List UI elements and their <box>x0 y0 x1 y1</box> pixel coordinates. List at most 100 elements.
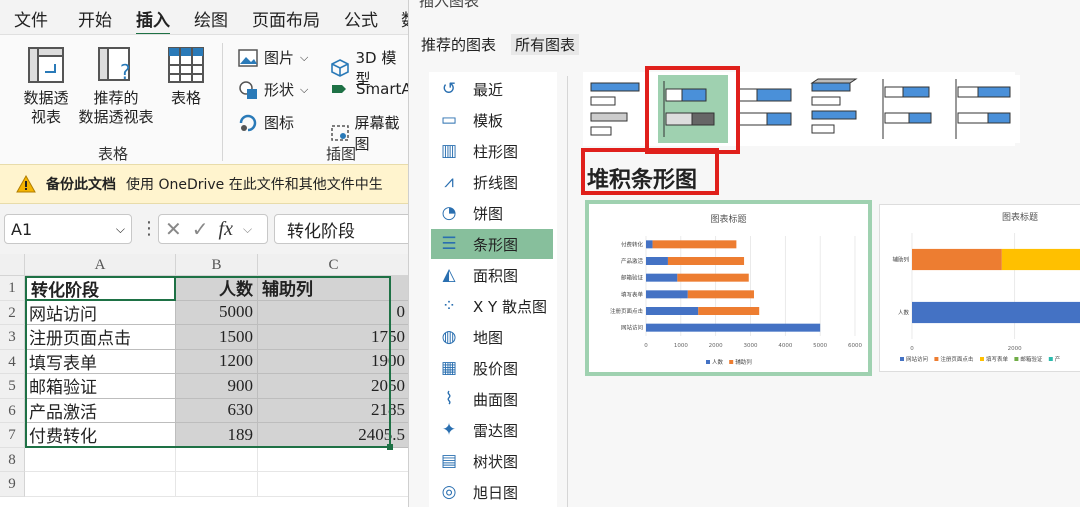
more-options-icon[interactable]: ⋮ <box>140 218 158 239</box>
row-header[interactable]: 1 <box>0 276 25 301</box>
cancel-icon[interactable]: ✕ <box>165 217 182 241</box>
pictures-button[interactable]: 图片 ⌵ <box>238 47 308 68</box>
fill-handle[interactable] <box>387 443 393 450</box>
chart-type-item[interactable]: ◔ 饼图 <box>431 198 553 228</box>
row-header[interactable]: 7 <box>0 423 25 448</box>
row-header[interactable]: 5 <box>0 374 25 399</box>
cell[interactable]: 1900 <box>258 349 410 374</box>
3d-stacked-bar-thumb[interactable] <box>877 75 947 143</box>
cell[interactable] <box>176 447 258 472</box>
recommended-pivot-button[interactable]: 推荐的 数据透视表 <box>74 89 158 127</box>
select-all-corner[interactable] <box>0 254 25 276</box>
cell[interactable]: 2185 <box>258 398 410 423</box>
insert-function-button[interactable]: fx <box>219 218 233 241</box>
chart-type-item[interactable]: ▥ 柱形图 <box>431 136 553 166</box>
chart-preview-stacked[interactable]: 图表标题 0 1000 2000 3000 4000 5000 6000 付费转化 产品激活 邮箱验… <box>585 200 872 376</box>
screenshot-icon <box>331 125 349 141</box>
row-header[interactable]: 3 <box>0 325 25 350</box>
cell[interactable]: 189 <box>176 423 258 448</box>
3d-clustered-bar-thumb[interactable] <box>804 75 874 143</box>
cell[interactable] <box>25 472 176 497</box>
chart-type-item[interactable]: ◎ 旭日图 <box>431 477 553 507</box>
chart-type-label: 条形图 <box>473 235 519 254</box>
chart-type-item[interactable]: ⌇ 曲面图 <box>431 384 553 414</box>
tab-draw[interactable]: 绘图 <box>194 6 228 31</box>
cell[interactable]: 人数 <box>176 276 258 301</box>
tab-recommended-charts[interactable]: 推荐的图表 <box>421 34 496 55</box>
dialog-divider <box>567 76 568 507</box>
picture-icon <box>238 48 258 67</box>
y-tick-label: 辅助列 <box>892 256 909 264</box>
cell[interactable]: 5000 <box>176 300 258 325</box>
table-button[interactable]: 表格 <box>164 89 208 108</box>
column-header-c[interactable]: C <box>258 254 410 276</box>
cell[interactable]: 630 <box>176 398 258 423</box>
cell[interactable] <box>176 472 258 497</box>
cell[interactable]: 1750 <box>258 325 410 350</box>
tab-file[interactable]: 文件 <box>14 6 48 31</box>
icons-button[interactable]: 图标 <box>238 112 294 133</box>
x-tick-label: 2000 <box>1008 346 1022 352</box>
chart-type-item[interactable]: ◍ 地图 <box>431 322 553 352</box>
pie-chart-icon: ◔ <box>441 203 457 223</box>
recent-icon: ↺ <box>441 79 457 99</box>
tab-home[interactable]: 开始 <box>78 6 112 31</box>
row-header[interactable]: 8 <box>0 447 25 472</box>
chart-preview-alt[interactable]: 图表标题0200040006000辅助列人数网站访问注册页面点击填写表单邮箱验证… <box>879 204 1080 372</box>
row-header[interactable]: 9 <box>0 472 25 497</box>
cell[interactable]: 填写表单 <box>25 349 176 374</box>
cell[interactable]: 转化阶段 <box>25 276 176 301</box>
cell[interactable] <box>25 447 176 472</box>
chevron-down-icon[interactable]: ⌵ <box>243 222 252 237</box>
row-header[interactable]: 4 <box>0 349 25 374</box>
100-stacked-bar-thumb[interactable] <box>731 75 801 143</box>
cell[interactable]: 产品激活 <box>25 398 176 423</box>
chart-type-item[interactable]: ◭ 面积图 <box>431 260 553 290</box>
cell[interactable]: 付费转化 <box>25 423 176 448</box>
screenshot-label: 屏幕截图 <box>354 114 400 153</box>
shapes-icon <box>239 80 257 99</box>
tab-formulas[interactable]: 公式 <box>344 6 378 31</box>
chart-type-item[interactable]: ⩘ 折线图 <box>431 167 553 197</box>
formula-input[interactable]: 转化阶段 <box>274 214 414 244</box>
chevron-down-icon[interactable]: ⌵ <box>116 222 125 237</box>
cell[interactable]: 0 <box>258 300 410 325</box>
cell[interactable]: 邮箱验证 <box>25 374 176 399</box>
cell[interactable]: 注册页面点击 <box>25 325 176 350</box>
chart-type-item[interactable]: ⁘ X Y 散点图 <box>431 291 553 321</box>
chart-type-item[interactable]: ↺ 最近 <box>431 74 553 104</box>
cell[interactable]: 1200 <box>176 349 258 374</box>
chart-type-item[interactable]: ▤ 树状图 <box>431 446 553 476</box>
pivot-table-button[interactable]: 数据透 视表 <box>16 89 76 127</box>
row-header[interactable]: 6 <box>0 398 25 423</box>
cell[interactable]: 900 <box>176 374 258 399</box>
chart-type-item[interactable]: ▦ 股价图 <box>431 353 553 383</box>
treemap-chart-icon: ▤ <box>440 451 458 471</box>
cell[interactable] <box>258 472 410 497</box>
column-header-b[interactable]: B <box>176 254 258 276</box>
tab-all-charts[interactable]: 所有图表 <box>511 34 580 55</box>
chart-type-item[interactable]: ☰ 条形图 <box>431 229 553 259</box>
tab-insert[interactable]: 插入 <box>136 6 170 36</box>
cell[interactable]: 辅助列 <box>258 276 410 301</box>
column-header-a[interactable]: A <box>25 254 176 276</box>
check-icon[interactable]: ✓ <box>192 217 209 241</box>
chart-type-label: 柱形图 <box>473 142 519 161</box>
shapes-label: 形状 <box>264 81 295 99</box>
name-box[interactable]: A1 ⌵ <box>4 214 132 244</box>
cell[interactable]: 1500 <box>176 325 258 350</box>
banner-text: 使用 OneDrive 在此文件和其他文件中生 <box>126 177 383 193</box>
chart-type-item[interactable]: ✦ 雷达图 <box>431 415 553 445</box>
bar-segment <box>652 240 737 249</box>
smartart-button[interactable]: SmartA <box>330 79 412 99</box>
cell[interactable] <box>258 447 410 472</box>
3d-100-stacked-bar-thumb[interactable] <box>950 75 1020 143</box>
shapes-button[interactable]: 形状 ⌵ <box>238 79 308 100</box>
legend-swatch <box>706 360 710 364</box>
tab-page-layout[interactable]: 页面布局 <box>252 6 320 31</box>
cell[interactable]: 2050 <box>258 374 410 399</box>
chart-type-label: 模板 <box>473 111 504 130</box>
cell[interactable]: 网站访问 <box>25 300 176 325</box>
chart-type-item[interactable]: ▭ 模板 <box>431 105 553 135</box>
row-header[interactable]: 2 <box>0 300 25 325</box>
